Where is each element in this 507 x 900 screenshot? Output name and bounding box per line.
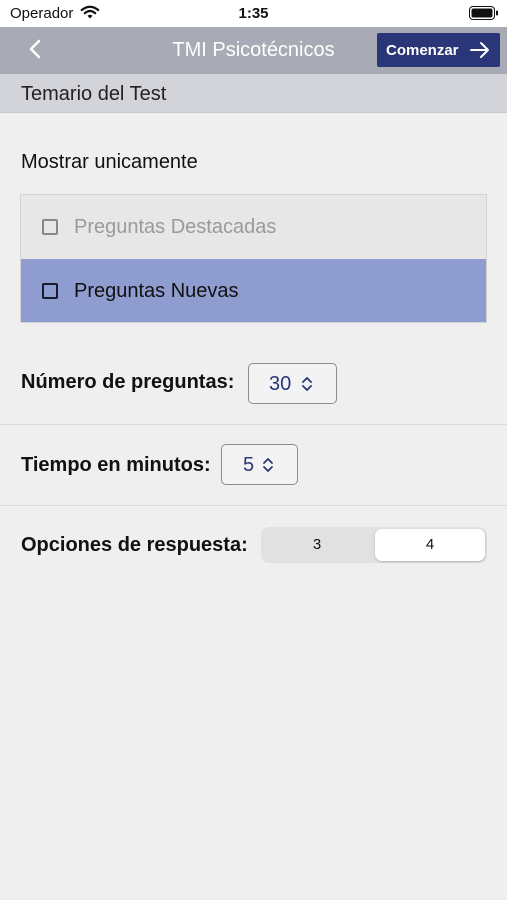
status-bar: Operador 1:35	[0, 0, 507, 27]
checkbox-icon	[42, 283, 58, 299]
up-down-chevron-icon	[262, 456, 274, 480]
divider	[0, 424, 507, 425]
option-label: Preguntas Destacadas	[74, 216, 277, 238]
option-new-questions[interactable]: Preguntas Nuevas	[21, 259, 486, 322]
segment-3-options[interactable]: 3	[263, 529, 371, 561]
questions-count-label: Número de preguntas:	[21, 371, 235, 393]
option-label: Preguntas Nuevas	[74, 280, 239, 302]
option-featured-questions[interactable]: Preguntas Destacadas	[21, 195, 486, 259]
navigation-bar: TMI Psicotécnicos Comenzar	[0, 27, 507, 74]
start-button-label: Comenzar	[386, 41, 459, 59]
answer-options-segmented-control: 3 4	[261, 527, 487, 563]
start-button[interactable]: Comenzar	[377, 33, 500, 67]
battery-icon	[469, 6, 499, 25]
filter-options: Preguntas Destacadas Preguntas Nuevas	[20, 194, 487, 323]
segment-4-options[interactable]: 4	[375, 529, 485, 561]
checkbox-icon	[42, 219, 58, 235]
questions-count-stepper[interactable]: 30	[248, 363, 337, 404]
arrow-right-icon	[470, 41, 490, 63]
time-minutes-stepper[interactable]: 5	[221, 444, 298, 485]
answer-options-label: Opciones de respuesta:	[21, 534, 248, 556]
clock: 1:35	[238, 5, 269, 22]
section-header-title: Temario del Test	[21, 83, 167, 105]
time-minutes-label: Tiempo en minutos:	[21, 454, 211, 476]
time-minutes-value: 5	[243, 454, 255, 476]
divider	[0, 505, 507, 506]
up-down-chevron-icon	[301, 375, 313, 399]
section-header: Temario del Test	[0, 74, 507, 113]
questions-count-value: 30	[269, 373, 292, 395]
filter-title: Mostrar unicamente	[21, 151, 198, 173]
